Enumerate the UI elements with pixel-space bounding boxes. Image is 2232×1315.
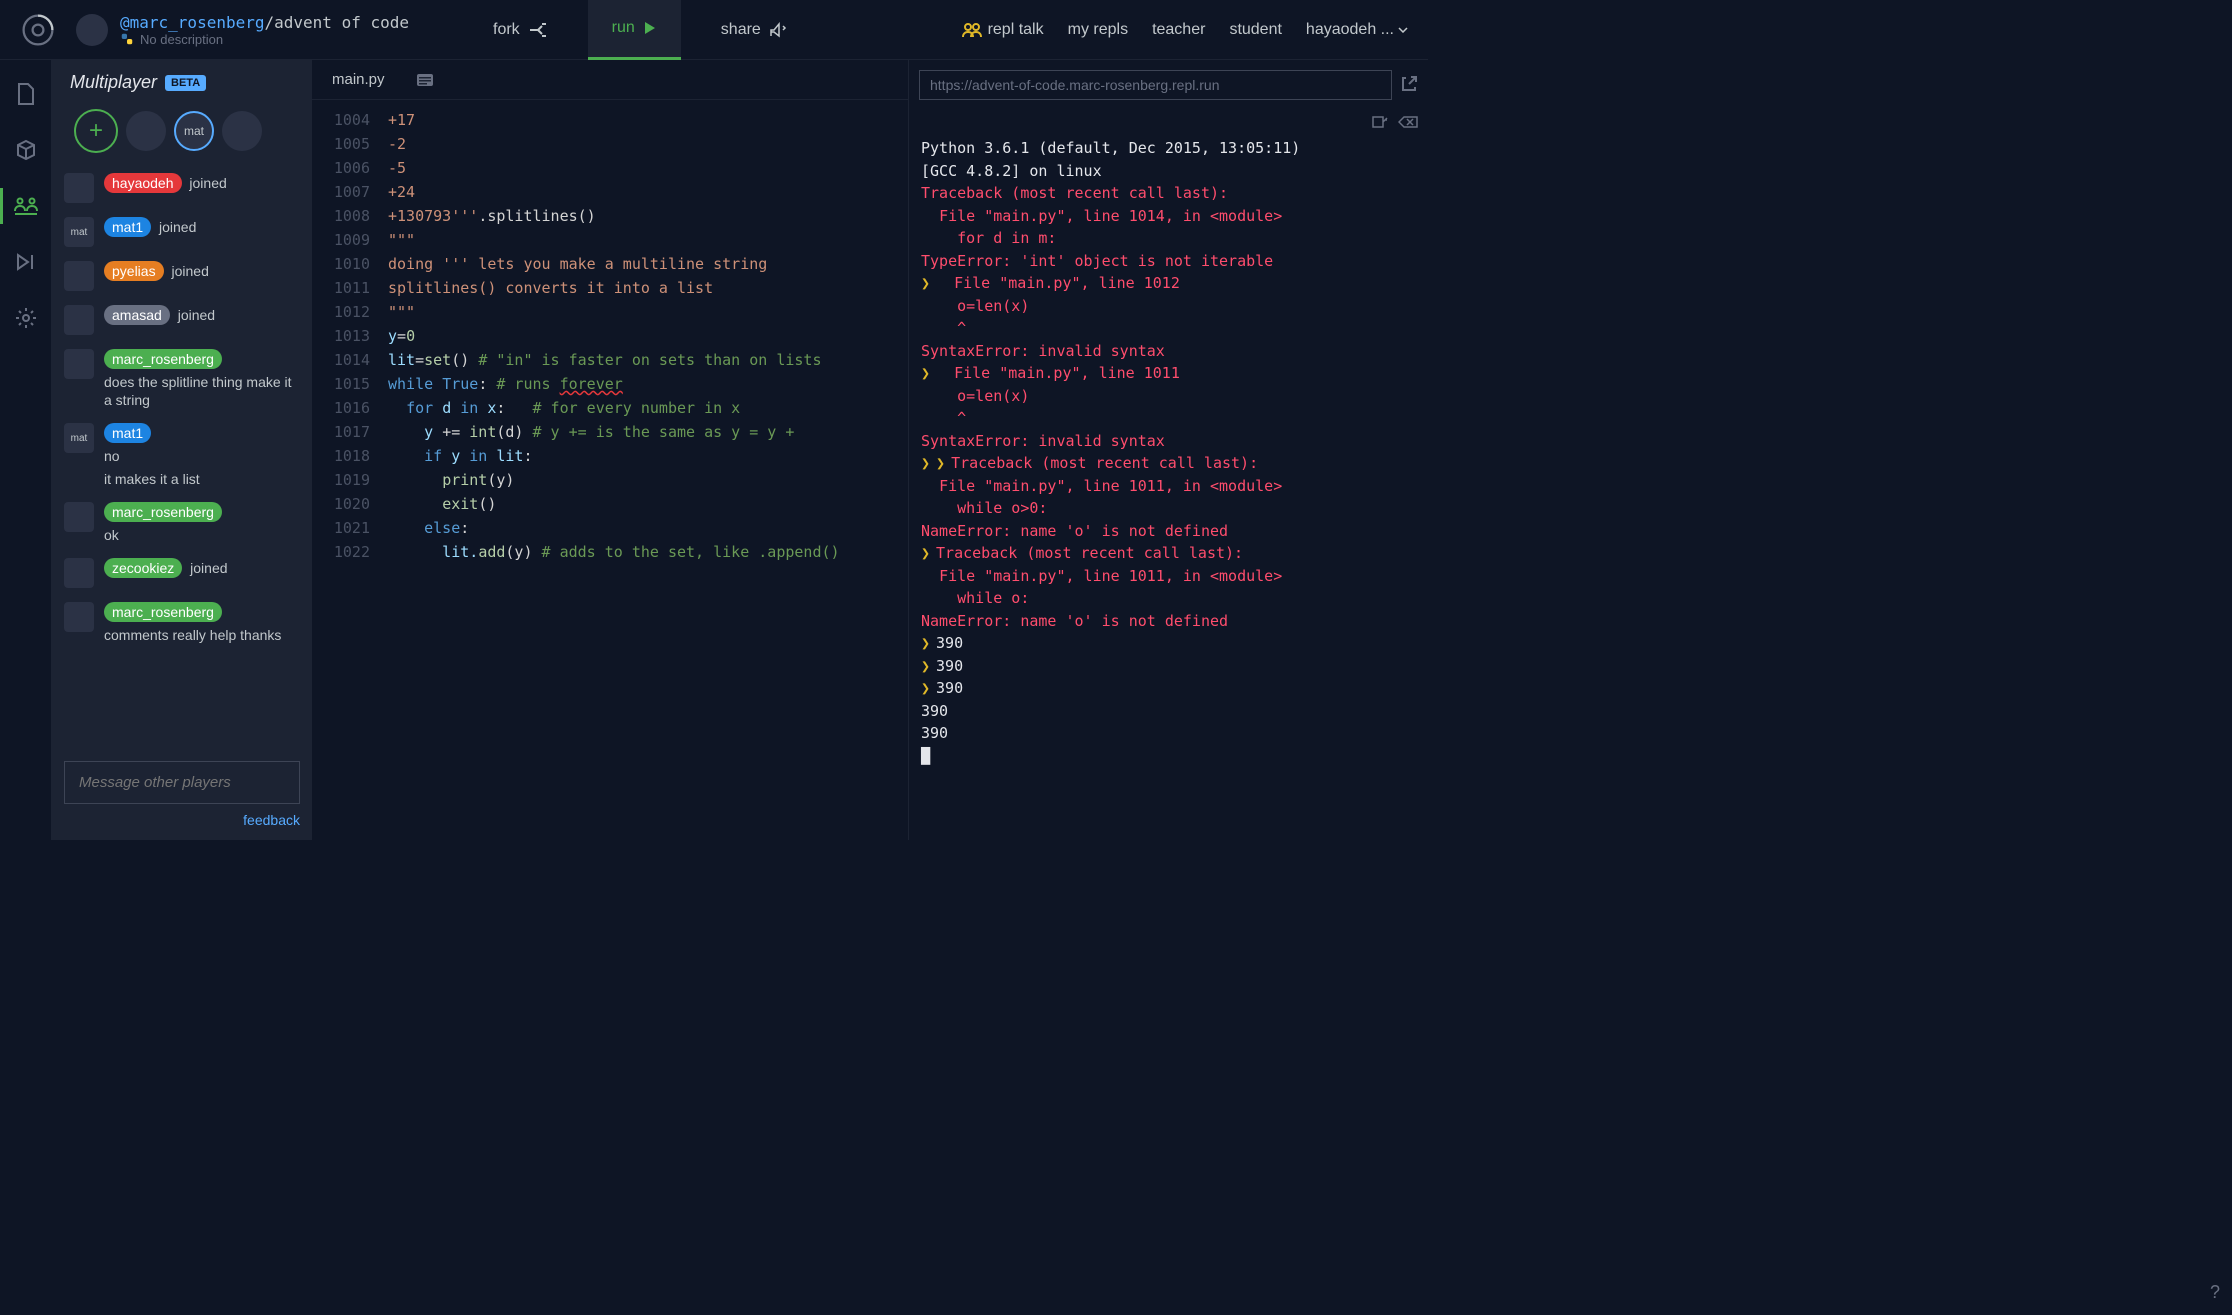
multiplayer-header: Multiplayer BETA [64, 72, 300, 93]
user-pill[interactable]: pyelias [104, 261, 164, 281]
url-bar [909, 60, 1428, 110]
feed-avatar: mat [64, 423, 94, 453]
feed-avatar [64, 558, 94, 588]
main-layout: Multiplayer BETA + mat hayaodeh joinedma… [0, 60, 1428, 840]
feed-item: mat mat1 no it makes it a list [64, 423, 300, 487]
feed-avatar [64, 502, 94, 532]
file-tab[interactable]: main.py [312, 60, 405, 99]
files-icon[interactable] [12, 80, 40, 108]
feed-action: joined [186, 175, 227, 191]
debugger-icon[interactable] [12, 248, 40, 276]
user-menu[interactable]: hayaodeh ... [1306, 21, 1408, 39]
feed-message: ok [104, 526, 300, 544]
console-clear-icon[interactable] [1398, 116, 1418, 131]
player-avatar[interactable] [126, 111, 166, 151]
share-icon [769, 22, 787, 38]
editor-panel: main.py 10041005100610071008100910101011… [312, 60, 908, 840]
tab-bar: main.py [312, 60, 908, 100]
feed-action: joined [186, 560, 227, 576]
people-icon [962, 22, 982, 38]
code-editor[interactable]: 1004100510061007100810091010101110121013… [312, 100, 908, 840]
settings-icon[interactable] [12, 304, 40, 332]
code-lines: +17-2-5+24+130793'''.splitlines()"""doin… [382, 100, 908, 840]
feed-message: comments really help thanks [104, 626, 300, 644]
feed-message: no [104, 447, 300, 465]
feed-message: it makes it a list [104, 470, 300, 488]
feed-item: pyelias joined [64, 261, 300, 291]
feed-item: mat mat1 joined [64, 217, 300, 247]
repl-url-input[interactable] [919, 70, 1392, 100]
feed-avatar: mat [64, 217, 94, 247]
feed-action: joined [155, 219, 196, 235]
feed-avatar [64, 173, 94, 203]
feed-item: marc_rosenbergdoes the splitline thing m… [64, 349, 300, 409]
help-icon[interactable]: ? [2210, 1282, 2220, 1303]
repl-owner: @marc_rosenberg [120, 13, 265, 32]
user-pill[interactable]: mat1 [104, 423, 151, 443]
console-popout-icon[interactable] [1372, 116, 1388, 131]
player-avatar[interactable]: mat [174, 111, 214, 151]
repl-info: @marc_rosenberg/advent of code No descri… [76, 13, 409, 47]
feed-avatar [64, 261, 94, 291]
feed-item: amasad joined [64, 305, 300, 335]
repl-description: No description [120, 32, 409, 47]
feed-avatar [64, 349, 94, 379]
feed-item: marc_rosenberg comments really help thank… [64, 602, 300, 644]
my-repls-link[interactable]: my repls [1068, 21, 1128, 39]
user-pill[interactable]: zecookiez [104, 558, 182, 578]
feed-item: hayaodeh joined [64, 173, 300, 203]
user-pill[interactable]: amasad [104, 305, 170, 325]
markdown-preview-icon[interactable] [405, 60, 445, 100]
icon-rail [0, 60, 52, 840]
top-right-nav: repl talk my repls teacher student hayao… [962, 21, 1408, 39]
replit-logo-icon[interactable] [20, 12, 56, 48]
fork-button[interactable]: fork [469, 0, 572, 60]
user-pill[interactable]: hayaodeh [104, 173, 182, 193]
python-icon [120, 32, 134, 46]
repl-title[interactable]: @marc_rosenberg/advent of code [120, 13, 409, 32]
fork-icon [528, 22, 548, 38]
multiplayer-title: Multiplayer [70, 72, 157, 93]
chat-feed: hayaodeh joinedmatmat1 joinedpyelias joi… [64, 173, 300, 753]
user-pill[interactable]: marc_rosenberg [104, 349, 222, 369]
repl-talk-link[interactable]: repl talk [962, 21, 1044, 39]
run-button[interactable]: run [588, 0, 681, 60]
multiplayer-panel: Multiplayer BETA + mat hayaodeh joinedma… [52, 60, 312, 840]
chat-input[interactable] [64, 761, 300, 804]
beta-badge: BETA [165, 75, 206, 91]
feed-avatar [64, 602, 94, 632]
feed-avatar [64, 305, 94, 335]
repl-avatar[interactable] [76, 14, 108, 46]
user-pill[interactable]: marc_rosenberg [104, 602, 222, 622]
avatars-row: + mat [64, 109, 300, 153]
feed-action: joined [174, 307, 215, 323]
feed-item: zecookiez joined [64, 558, 300, 588]
teacher-link[interactable]: teacher [1152, 21, 1205, 39]
student-link[interactable]: student [1229, 21, 1281, 39]
console-header [909, 110, 1428, 137]
console-output[interactable]: Python 3.6.1 (default, Dec 2015, 13:05:1… [909, 137, 1428, 840]
share-button[interactable]: share [697, 0, 811, 60]
console-panel: Python 3.6.1 (default, Dec 2015, 13:05:1… [908, 60, 1428, 840]
top-actions: fork run share [469, 0, 811, 60]
feedback-link[interactable]: feedback [64, 812, 300, 828]
feed-item: marc_rosenbergok [64, 502, 300, 544]
user-pill[interactable]: mat1 [104, 217, 151, 237]
multiplayer-icon[interactable] [12, 192, 40, 220]
play-icon [643, 21, 657, 35]
open-external-icon[interactable] [1400, 75, 1418, 96]
feed-message: does the splitline thing make it a strin… [104, 373, 300, 409]
chevron-down-icon [1398, 27, 1408, 33]
packages-icon[interactable] [12, 136, 40, 164]
topbar: @marc_rosenberg/advent of code No descri… [0, 0, 1428, 60]
user-pill[interactable]: marc_rosenberg [104, 502, 222, 522]
add-player-button[interactable]: + [74, 109, 118, 153]
feed-action: joined [168, 263, 209, 279]
player-avatar[interactable] [222, 111, 262, 151]
line-gutter: 1004100510061007100810091010101110121013… [312, 100, 382, 840]
